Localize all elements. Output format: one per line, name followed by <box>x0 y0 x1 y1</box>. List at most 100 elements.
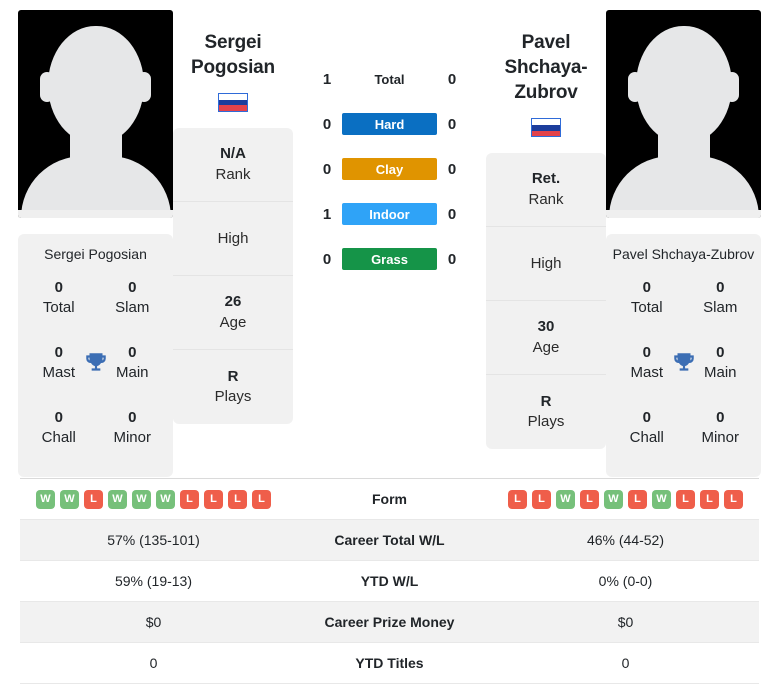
form-badge-loss[interactable]: L <box>580 489 599 509</box>
left-player-name-line2: Pogosian <box>191 57 275 79</box>
h2h-left-score-grass: 0 <box>322 250 332 268</box>
form-badge-win[interactable]: W <box>36 489 55 509</box>
row-label: YTD Titles <box>355 655 424 671</box>
surface-badge-hard[interactable]: Hard <box>342 113 437 135</box>
left-player-info-column: Sergei Pogosian N/A Rank High 26 Age R P… <box>173 10 293 425</box>
left-titles-slam-label: Slam <box>115 298 150 316</box>
left-info-plays: R Plays <box>173 350 293 424</box>
right-info-high: High <box>486 227 606 302</box>
form-badge-loss[interactable]: L <box>676 489 695 509</box>
left-rank-value: N/A <box>220 145 246 163</box>
right-player-info-card: Ret. Rank High 30 Age R Plays <box>486 153 606 450</box>
left-titles-total-value: 0 <box>54 279 63 296</box>
right-age-label: Age <box>532 338 560 356</box>
player-comparison-header: Sergei Pogosian 0 Total 0 Slam 0 Mast 0 … <box>0 0 779 477</box>
h2h-right-score-grass: 0 <box>447 250 457 268</box>
form-badge-win[interactable]: W <box>556 489 575 509</box>
right-player-avatar <box>606 10 761 218</box>
h2h-left-score-clay: 0 <box>322 160 332 178</box>
head-to-head-list: 1 Total 0 0 Hard 0 0 Clay 0 1 Indoor 0 0 Grass 0 <box>293 10 486 270</box>
form-badge-loss[interactable]: L <box>508 489 527 509</box>
h2h-row-total: 1 Total 0 <box>293 68 486 90</box>
avatar-floor <box>606 210 761 218</box>
surface-badge-clay[interactable]: Clay <box>342 158 437 180</box>
h2h-right-score-clay: 0 <box>447 160 457 178</box>
h2h-row-indoor: 1 Indoor 0 <box>293 203 486 225</box>
left-player-name-line1: Sergei <box>204 32 262 53</box>
form-badge-win[interactable]: W <box>156 489 175 509</box>
form-badge-loss[interactable]: L <box>700 489 719 509</box>
left-info-rank: N/A Rank <box>173 128 293 203</box>
right-titles-chall-value: 0 <box>642 409 651 426</box>
left-player-flag-wrap <box>173 93 293 113</box>
left-value: $0 <box>145 614 162 630</box>
form-badge-win[interactable]: W <box>60 489 79 509</box>
right-player-titles-card: Pavel Shchaya-Zubrov 0 Total 0 Slam 0 Ma… <box>606 234 761 477</box>
left-value: 0 <box>149 655 158 671</box>
right-titles-slam: 0 Slam <box>684 278 758 317</box>
head-to-head-column: 1 Total 0 0 Hard 0 0 Clay 0 1 Indoor 0 0 Grass 0 <box>293 10 486 293</box>
right-plays-value: R <box>540 392 552 410</box>
left-age-label: Age <box>219 313 247 331</box>
left-age-value: 26 <box>224 293 242 311</box>
surface-badge-indoor[interactable]: Indoor <box>342 203 437 225</box>
form-badge-win[interactable]: W <box>604 489 623 509</box>
right-titles-total-value: 0 <box>642 279 651 296</box>
avatar-floor <box>18 210 173 218</box>
right-titles-chall: 0 Chall <box>610 408 684 447</box>
h2h-row-grass: 0 Grass 0 <box>293 248 486 270</box>
left-info-age: 26 Age <box>173 276 293 351</box>
h2h-row-hard: 0 Hard 0 <box>293 113 486 135</box>
silhouette-head-icon <box>47 26 144 144</box>
left-plays-label: Plays <box>214 388 252 406</box>
form-badge-loss[interactable]: L <box>84 489 103 509</box>
form-badge-loss[interactable]: L <box>180 489 199 509</box>
right-value: 0% (0-0) <box>598 573 653 589</box>
table-row: 0 YTD Titles 0 <box>20 643 759 684</box>
table-row: 57% (135-101) Career Total W/L 46% (44-52) <box>20 520 759 561</box>
form-badge-win[interactable]: W <box>652 489 671 509</box>
left-info-high: High <box>173 202 293 277</box>
silhouette-ear-left-icon <box>628 72 642 102</box>
form-badge-loss[interactable]: L <box>252 489 271 509</box>
table-row: W W L W W W L L L L Form L L W L W L W L L L <box>20 479 759 520</box>
right-high-label: High <box>530 254 562 272</box>
row-label: Career Total W/L <box>334 532 445 548</box>
table-row: 59% (19-13) YTD W/L 0% (0-0) <box>20 561 759 602</box>
form-badge-loss[interactable]: L <box>228 489 247 509</box>
right-player-name: Pavel Shchaya- Zubrov <box>486 10 606 105</box>
h2h-total-label: Total <box>374 71 405 87</box>
left-titles-minor-label: Minor <box>113 428 151 446</box>
left-value: 59% (19-13) <box>114 573 193 589</box>
form-badge-loss[interactable]: L <box>628 489 647 509</box>
trophy-icon <box>673 352 694 371</box>
form-badge-loss[interactable]: L <box>532 489 551 509</box>
form-badge-loss[interactable]: L <box>724 489 743 509</box>
left-rank-label: Rank <box>215 165 251 183</box>
silhouette-ear-right-icon <box>137 72 151 102</box>
right-form-badges: LLWLWLWLLL <box>492 489 759 509</box>
right-player-name-line1: Pavel Shchaya- <box>504 32 588 79</box>
right-titles-total: 0 Total <box>610 278 684 317</box>
silhouette-body-icon <box>608 156 759 218</box>
row-label: Form <box>372 491 407 507</box>
form-badge-win[interactable]: W <box>132 489 151 509</box>
left-high-label: High <box>217 229 249 247</box>
h2h-left-score-hard: 0 <box>322 115 332 133</box>
left-player-avatar <box>18 10 173 218</box>
form-badge-loss[interactable]: L <box>204 489 223 509</box>
form-badge-win[interactable]: W <box>108 489 127 509</box>
silhouette-head-icon <box>635 26 732 144</box>
silhouette-ear-left-icon <box>40 72 54 102</box>
surface-badge-grass[interactable]: Grass <box>342 248 437 270</box>
left-form-cell: WWLWWWLLLL <box>20 489 287 509</box>
left-player-info-card: N/A Rank High 26 Age R Plays <box>173 128 293 425</box>
left-form-badges: WWLWWWLLLL <box>20 489 287 509</box>
right-titles-total-label: Total <box>630 298 663 316</box>
right-value: $0 <box>617 614 634 630</box>
russia-flag-icon <box>531 118 561 138</box>
left-player-titles-card: Sergei Pogosian 0 Total 0 Slam 0 Mast 0 … <box>18 234 173 477</box>
silhouette-ear-right-icon <box>725 72 739 102</box>
h2h-row-clay: 0 Clay 0 <box>293 158 486 180</box>
row-label: Career Prize Money <box>324 614 455 630</box>
